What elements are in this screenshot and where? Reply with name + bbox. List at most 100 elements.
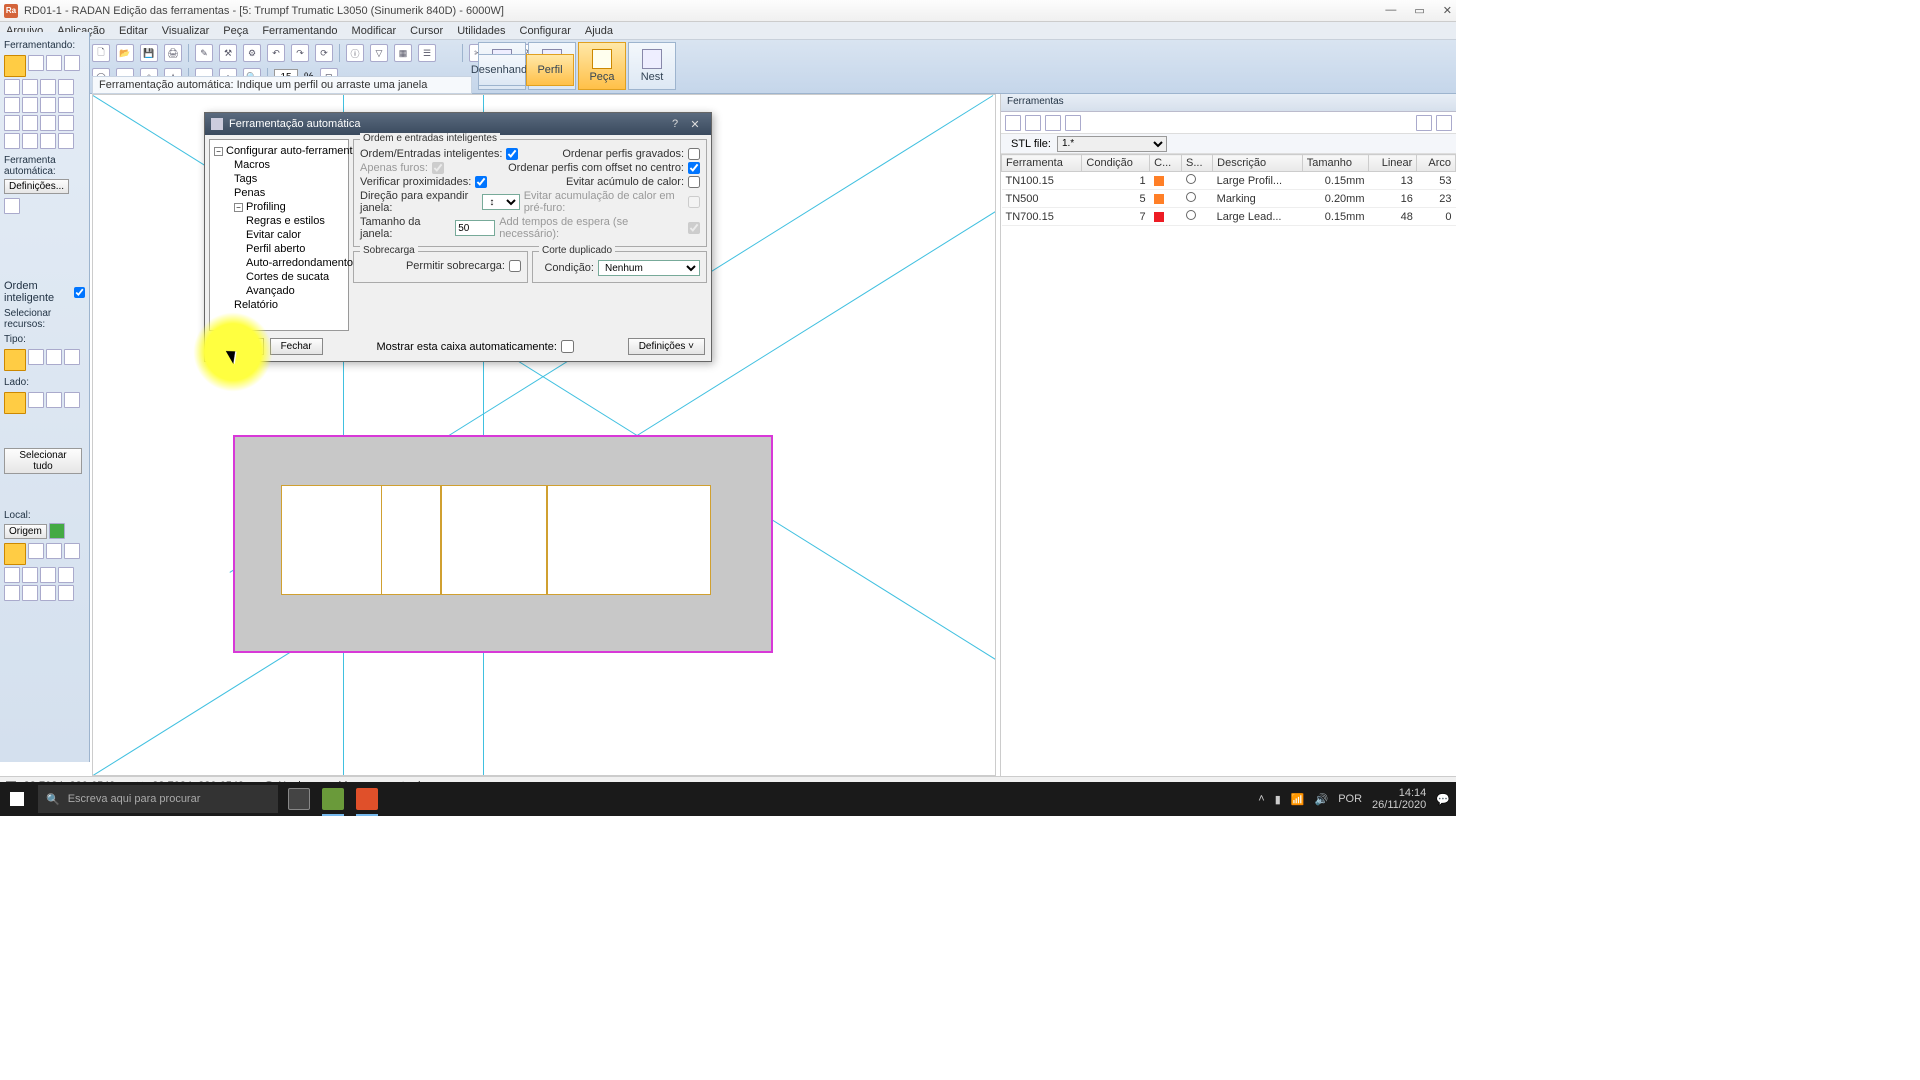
tree-item[interactable]: Evitar calor: [214, 228, 344, 242]
app-radan[interactable]: [316, 782, 350, 816]
col-header[interactable]: Condição: [1082, 155, 1150, 172]
open-icon[interactable]: 📂: [116, 44, 134, 62]
battery-icon[interactable]: ▮: [1275, 793, 1281, 806]
tool-icon[interactable]: [40, 133, 56, 149]
tree-item[interactable]: Relatório: [214, 298, 344, 312]
lado-icon[interactable]: [46, 392, 62, 408]
tp-edit-icon[interactable]: [1005, 115, 1021, 131]
smart-order-check[interactable]: Ordem inteligente: [4, 280, 85, 304]
tipo-icon[interactable]: [28, 349, 44, 365]
tool2-icon[interactable]: ⚙: [243, 44, 261, 62]
tree-item[interactable]: Regras e estilos: [214, 214, 344, 228]
edit-icon[interactable]: ✎: [195, 44, 213, 62]
local-icon[interactable]: [46, 543, 62, 559]
dialog-titlebar[interactable]: Ferramentação automática ? ✕: [205, 113, 711, 135]
tool-icon[interactable]: [28, 55, 44, 71]
apply-button[interactable]: Aplicar: [211, 338, 264, 355]
info-icon[interactable]: ⓘ: [346, 44, 364, 62]
tipo-icon[interactable]: [4, 349, 26, 371]
start-button[interactable]: [0, 782, 34, 816]
menu-modificar[interactable]: Modificar: [352, 25, 397, 37]
col-header[interactable]: Arco: [1417, 155, 1456, 172]
menu-cursor[interactable]: Cursor: [410, 25, 443, 37]
tool-icon[interactable]: [40, 115, 56, 131]
redo-icon[interactable]: ↷: [291, 44, 309, 62]
menu-configurar[interactable]: Configurar: [520, 25, 571, 37]
minimize-button[interactable]: —: [1385, 4, 1396, 17]
subtab-perfil[interactable]: Perfil: [526, 54, 574, 86]
tree-item[interactable]: Penas: [214, 186, 344, 200]
dialog-close-button[interactable]: ✕: [685, 118, 705, 131]
table-row[interactable]: TN5005Marking0.20mm1623: [1002, 190, 1456, 208]
local-icon[interactable]: [58, 567, 74, 583]
direction-select[interactable]: ↕: [482, 194, 519, 210]
task-view-button[interactable]: [282, 782, 316, 816]
menu-ferramentando[interactable]: Ferramentando: [262, 25, 337, 37]
notifications-icon[interactable]: 💬: [1436, 793, 1450, 806]
tp-copy-icon[interactable]: [1045, 115, 1061, 131]
grid-icon[interactable]: ▦: [394, 44, 412, 62]
select-all-button[interactable]: Selecionar tudo: [4, 448, 82, 474]
maximize-button[interactable]: ▭: [1414, 4, 1424, 17]
refresh-icon[interactable]: ⟳: [315, 44, 333, 62]
tp-props-icon[interactable]: [1065, 115, 1081, 131]
lado-icon[interactable]: [4, 392, 26, 414]
tree-item[interactable]: −Configurar auto-ferramenta: [214, 144, 344, 158]
tab-nest[interactable]: Nest: [628, 42, 676, 90]
new-icon[interactable]: 🗋: [92, 44, 110, 62]
tool-icon[interactable]: [58, 115, 74, 131]
local-icon[interactable]: [22, 567, 38, 583]
tool-icon[interactable]: [64, 55, 80, 71]
checkbox[interactable]: [475, 176, 487, 188]
local-icon[interactable]: [4, 585, 20, 601]
tool-icon[interactable]: [58, 97, 74, 113]
tool-icon[interactable]: [22, 79, 38, 95]
tp-delete-icon[interactable]: [1025, 115, 1041, 131]
tree-item[interactable]: Avançado: [214, 284, 344, 298]
checkbox[interactable]: [506, 148, 518, 160]
col-header[interactable]: C...: [1150, 155, 1182, 172]
tool-icon[interactable]: ⚒: [219, 44, 237, 62]
tp-view-icon[interactable]: [1416, 115, 1432, 131]
checkbox[interactable]: [74, 287, 85, 298]
tree-item[interactable]: Cortes de sucata: [214, 270, 344, 284]
tab-peca[interactable]: Peça: [578, 42, 626, 90]
save-icon[interactable]: 💾: [140, 44, 158, 62]
menu-ajuda[interactable]: Ajuda: [585, 25, 613, 37]
tree-item[interactable]: Auto-arredondamento: [214, 256, 344, 270]
tool-icon[interactable]: [4, 79, 20, 95]
list-icon[interactable]: ☰: [418, 44, 436, 62]
undo-icon[interactable]: ↶: [267, 44, 285, 62]
col-header[interactable]: Descrição: [1213, 155, 1303, 172]
wifi-icon[interactable]: 📶: [1291, 793, 1305, 806]
origem-icon[interactable]: [49, 523, 65, 539]
app-recorder[interactable]: [350, 782, 384, 816]
clock[interactable]: 14:14 26/11/2020: [1372, 787, 1426, 811]
tree-item[interactable]: −Profiling: [214, 200, 344, 214]
tree-item[interactable]: Macros: [214, 158, 344, 172]
tool-icon[interactable]: [4, 97, 20, 113]
filter-icon[interactable]: ▽: [370, 44, 388, 62]
checkbox[interactable]: [561, 340, 574, 353]
tool-icon[interactable]: [58, 79, 74, 95]
checkbox[interactable]: [688, 148, 700, 160]
tool-icon[interactable]: [4, 115, 20, 131]
auto-icon[interactable]: [4, 198, 20, 214]
tool-icon[interactable]: [46, 55, 62, 71]
tool-icon[interactable]: [22, 133, 38, 149]
local-icon[interactable]: [64, 543, 80, 559]
local-icon[interactable]: [4, 543, 26, 565]
col-header[interactable]: Tamanho: [1302, 155, 1368, 172]
print-icon[interactable]: 🖨: [164, 44, 182, 62]
col-header[interactable]: S...: [1182, 155, 1213, 172]
table-row[interactable]: TN100.151Large Profil...0.15mm1353: [1002, 172, 1456, 190]
local-icon[interactable]: [40, 585, 56, 601]
menu-visualizar[interactable]: Visualizar: [162, 25, 210, 37]
definitions-button[interactable]: Definições ˅: [628, 338, 705, 355]
tool-icon[interactable]: [22, 115, 38, 131]
tray-up-icon[interactable]: ˄: [1258, 793, 1264, 805]
menu-peca[interactable]: Peça: [223, 25, 248, 37]
lado-icon[interactable]: [64, 392, 80, 408]
local-icon[interactable]: [22, 585, 38, 601]
expand-icon[interactable]: −: [214, 147, 223, 156]
